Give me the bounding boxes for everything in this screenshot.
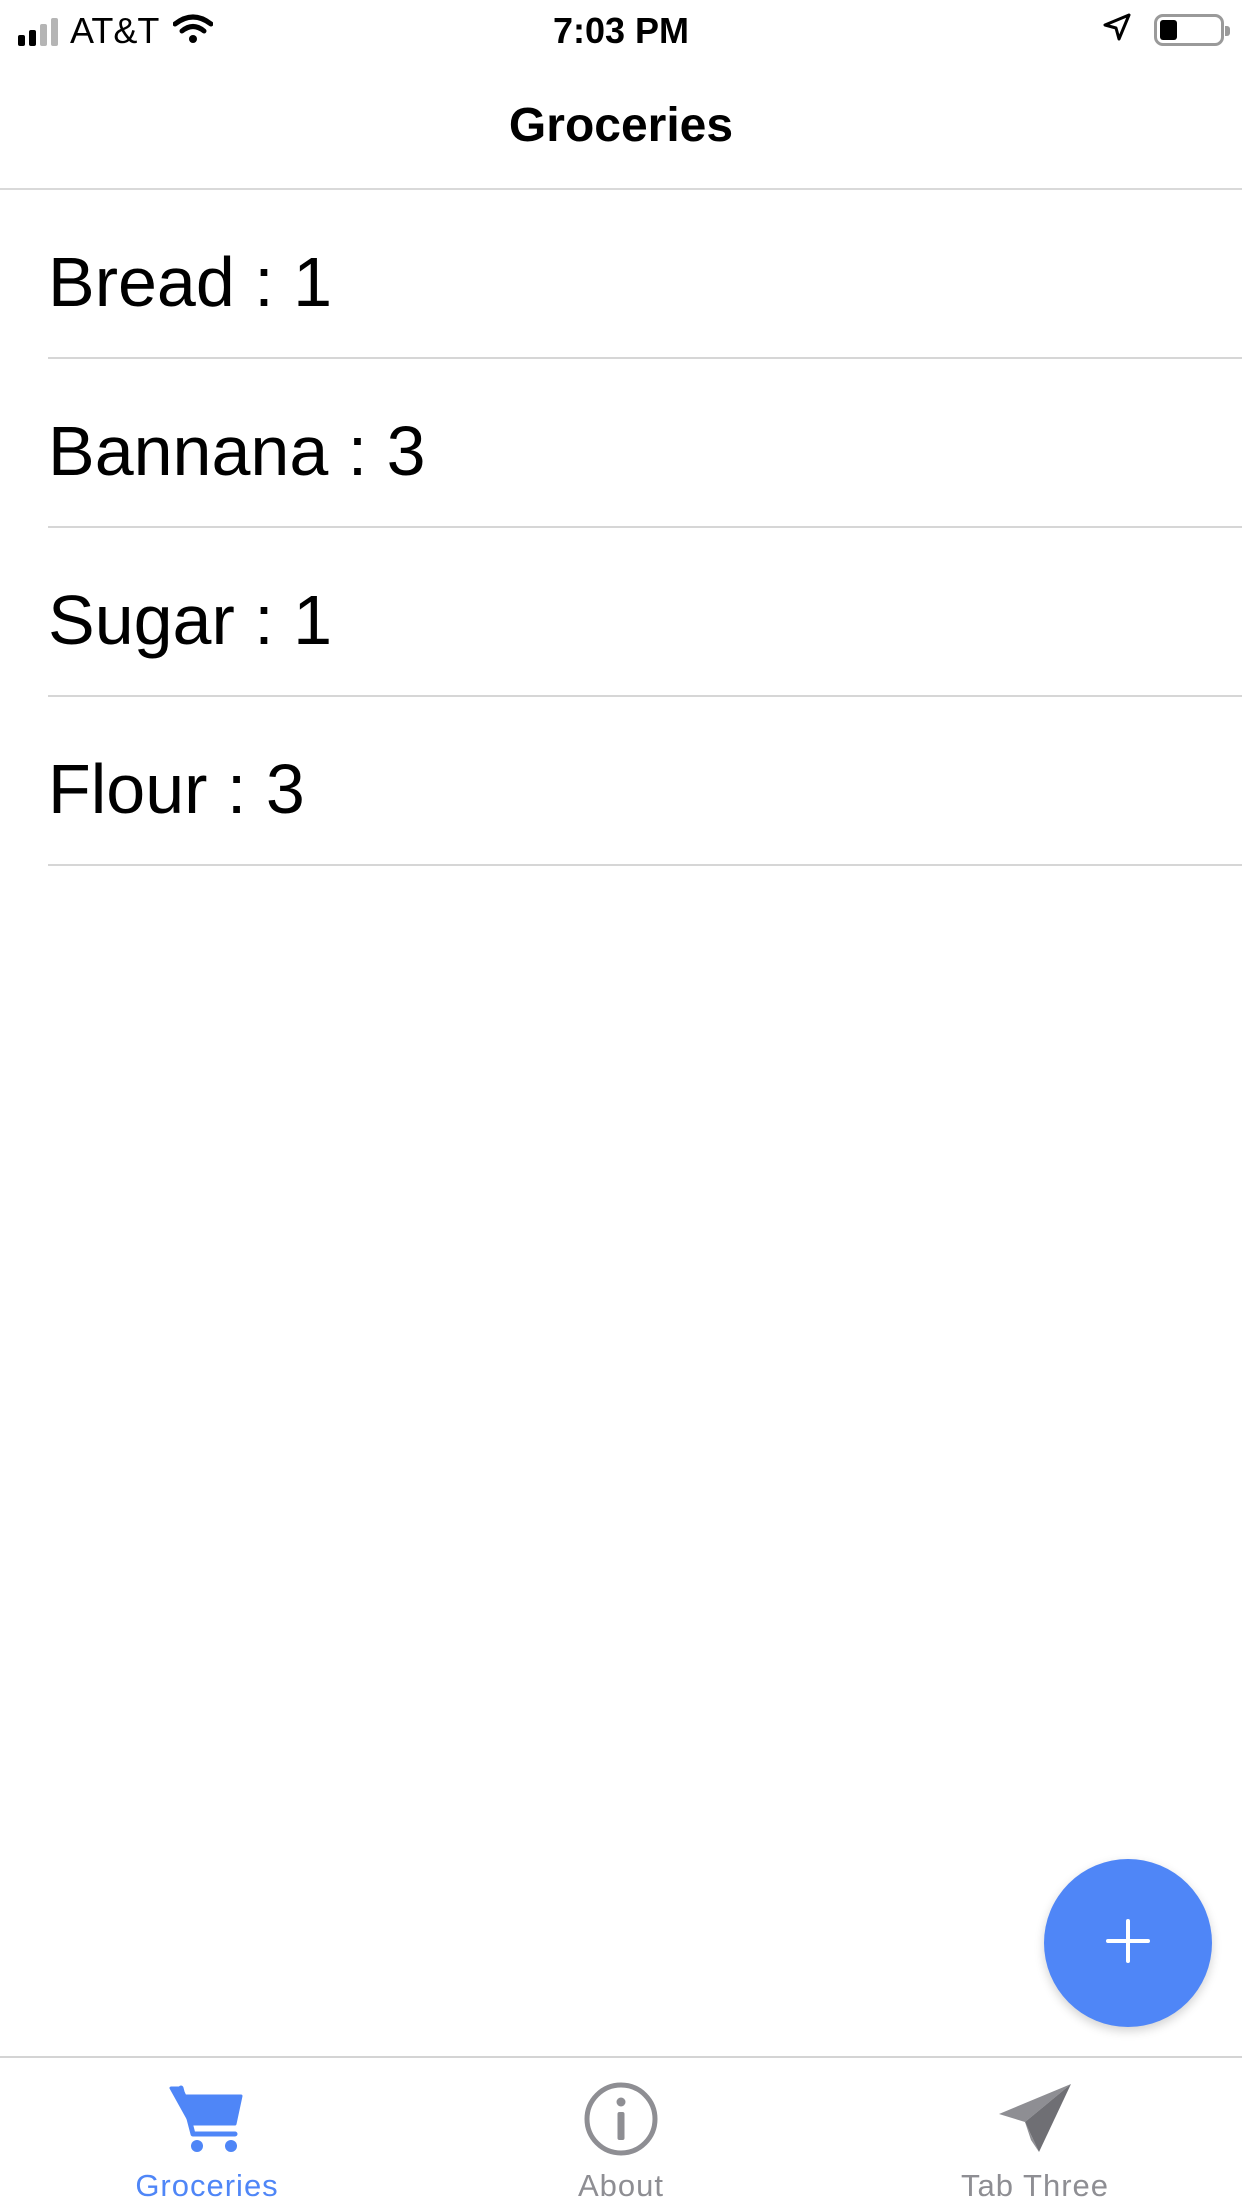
list-item-label: Flour : 3 [48, 750, 305, 828]
tab-label: About [577, 2168, 664, 2203]
plus-icon [1104, 1917, 1152, 1970]
status-bar: AT&T 7:03 PM [0, 0, 1242, 60]
send-icon [995, 2082, 1075, 2156]
tab-three[interactable]: Tab Three [828, 2058, 1242, 2208]
list-item-label: Sugar : 1 [48, 581, 333, 659]
screen: AT&T 7:03 PM Groceries Bread: 1 Bannana… [0, 0, 1242, 2208]
battery-fill [1160, 19, 1178, 40]
location-arrow-icon [1102, 12, 1132, 47]
navigation-bar: Groceries [0, 60, 1242, 190]
tab-label: Tab Three [960, 2168, 1109, 2203]
status-time: 7:03 PM [552, 10, 690, 51]
page-title: Groceries [508, 99, 734, 152]
list-item[interactable]: Bread : 1 [48, 190, 1242, 359]
tab-groceries[interactable]: Groceries [0, 2058, 414, 2208]
list-item[interactable]: Sugar : 1 [48, 528, 1242, 697]
list-item-label: Bannana : 3 [48, 412, 426, 490]
add-item-button[interactable] [1044, 1859, 1212, 2027]
status-bar-right [1102, 12, 1230, 47]
grocery-list: Bread : 1 Bannana : 3 Sugar : 1 Flour : … [0, 190, 1242, 866]
list-item-label: Bread : 1 [48, 243, 333, 321]
tab-about[interactable]: About [414, 2058, 828, 2208]
info-icon [581, 2082, 661, 2156]
cart-icon [167, 2082, 247, 2156]
tab-label: Groceries [135, 2168, 279, 2203]
tab-bar: Groceries About Tab Three [0, 2056, 1242, 2208]
list-item[interactable]: Flour : 3 [48, 697, 1242, 866]
battery-icon [1154, 13, 1230, 46]
list-item[interactable]: Bannana : 3 [48, 359, 1242, 528]
